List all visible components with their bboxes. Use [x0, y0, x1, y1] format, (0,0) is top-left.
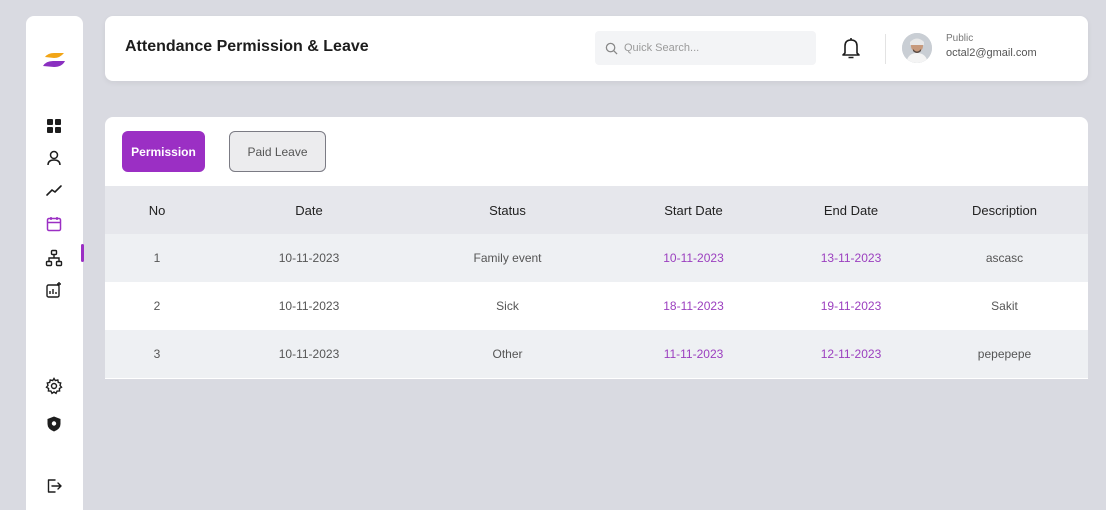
app-logo-icon — [43, 53, 65, 67]
cell-no: 2 — [153, 299, 161, 313]
table-header-row: No Date Status Start Date End Date Descr… — [105, 186, 1088, 234]
cell-status: Family event — [473, 251, 542, 265]
active-nav-indicator — [81, 244, 84, 262]
column-header-no: No — [148, 202, 166, 218]
cell-end-date: 12-11-2023 — [820, 347, 882, 361]
calendar-icon[interactable] — [44, 214, 64, 234]
cell-no: 3 — [153, 347, 161, 361]
cell-date: 10-11-2023 — [278, 251, 340, 265]
org-structure-icon[interactable] — [44, 248, 64, 268]
table-row[interactable]: 1 10-11-2023 Family event 10-11-2023 13-… — [105, 234, 1088, 282]
cell-date: 10-11-2023 — [278, 347, 340, 361]
cell-no: 1 — [153, 251, 161, 265]
cell-end-date: 13-11-2023 — [820, 251, 882, 265]
cell-end-date: 19-11-2023 — [820, 299, 882, 313]
user-name: Public — [946, 33, 974, 44]
table-row[interactable]: 3 10-11-2023 Other 11-11-2023 12-11-2023… — [105, 330, 1088, 378]
column-header-date: Date — [295, 202, 323, 218]
column-header-description: Description — [971, 202, 1038, 218]
report-chart-icon[interactable] — [44, 280, 64, 300]
cell-start-date: 11-11-2023 — [663, 347, 724, 361]
cell-start-date: 10-11-2023 — [663, 251, 724, 265]
user-icon[interactable] — [44, 148, 64, 168]
logout-icon[interactable] — [44, 476, 64, 496]
table-row[interactable]: 2 10-11-2023 Sick 18-11-2023 19-11-2023 … — [105, 282, 1088, 330]
cell-status: Other — [492, 347, 523, 361]
cell-status: Sick — [496, 299, 519, 313]
search-box[interactable] — [595, 31, 816, 65]
sidebar — [26, 16, 84, 510]
column-header-status: Status — [489, 202, 526, 218]
gear-icon[interactable] — [44, 376, 64, 396]
column-header-start-date: Start Date — [664, 202, 723, 218]
page-title: Attendance Permission & Leave — [125, 38, 369, 55]
avatar[interactable] — [902, 33, 932, 63]
leave-panel: Permission Paid Leave No Date Status Sta… — [105, 117, 1088, 379]
cell-start-date: 18-11-2023 — [663, 299, 724, 313]
cell-description: Sakit — [991, 299, 1018, 313]
search-icon — [605, 42, 618, 55]
permission-table: No Date Status Start Date End Date Descr… — [105, 186, 1088, 378]
bell-icon[interactable] — [840, 36, 862, 60]
cell-description: ascasc — [985, 251, 1024, 265]
trend-chart-icon[interactable] — [44, 180, 64, 200]
column-header-end-date: End Date — [823, 202, 879, 218]
tab-permission[interactable]: Permission — [122, 131, 205, 172]
top-header: Attendance Permission & Leave Public oct… — [105, 16, 1088, 81]
tab-paid-leave[interactable]: Paid Leave — [229, 131, 326, 172]
cell-date: 10-11-2023 — [278, 299, 340, 313]
shield-icon[interactable] — [44, 414, 64, 434]
user-email: octal2@gmail.com — [946, 47, 1037, 59]
header-divider — [885, 34, 886, 64]
search-input[interactable] — [624, 42, 804, 54]
dashboard-grid-icon[interactable] — [44, 116, 64, 136]
cell-description: pepepepe — [977, 347, 1032, 361]
